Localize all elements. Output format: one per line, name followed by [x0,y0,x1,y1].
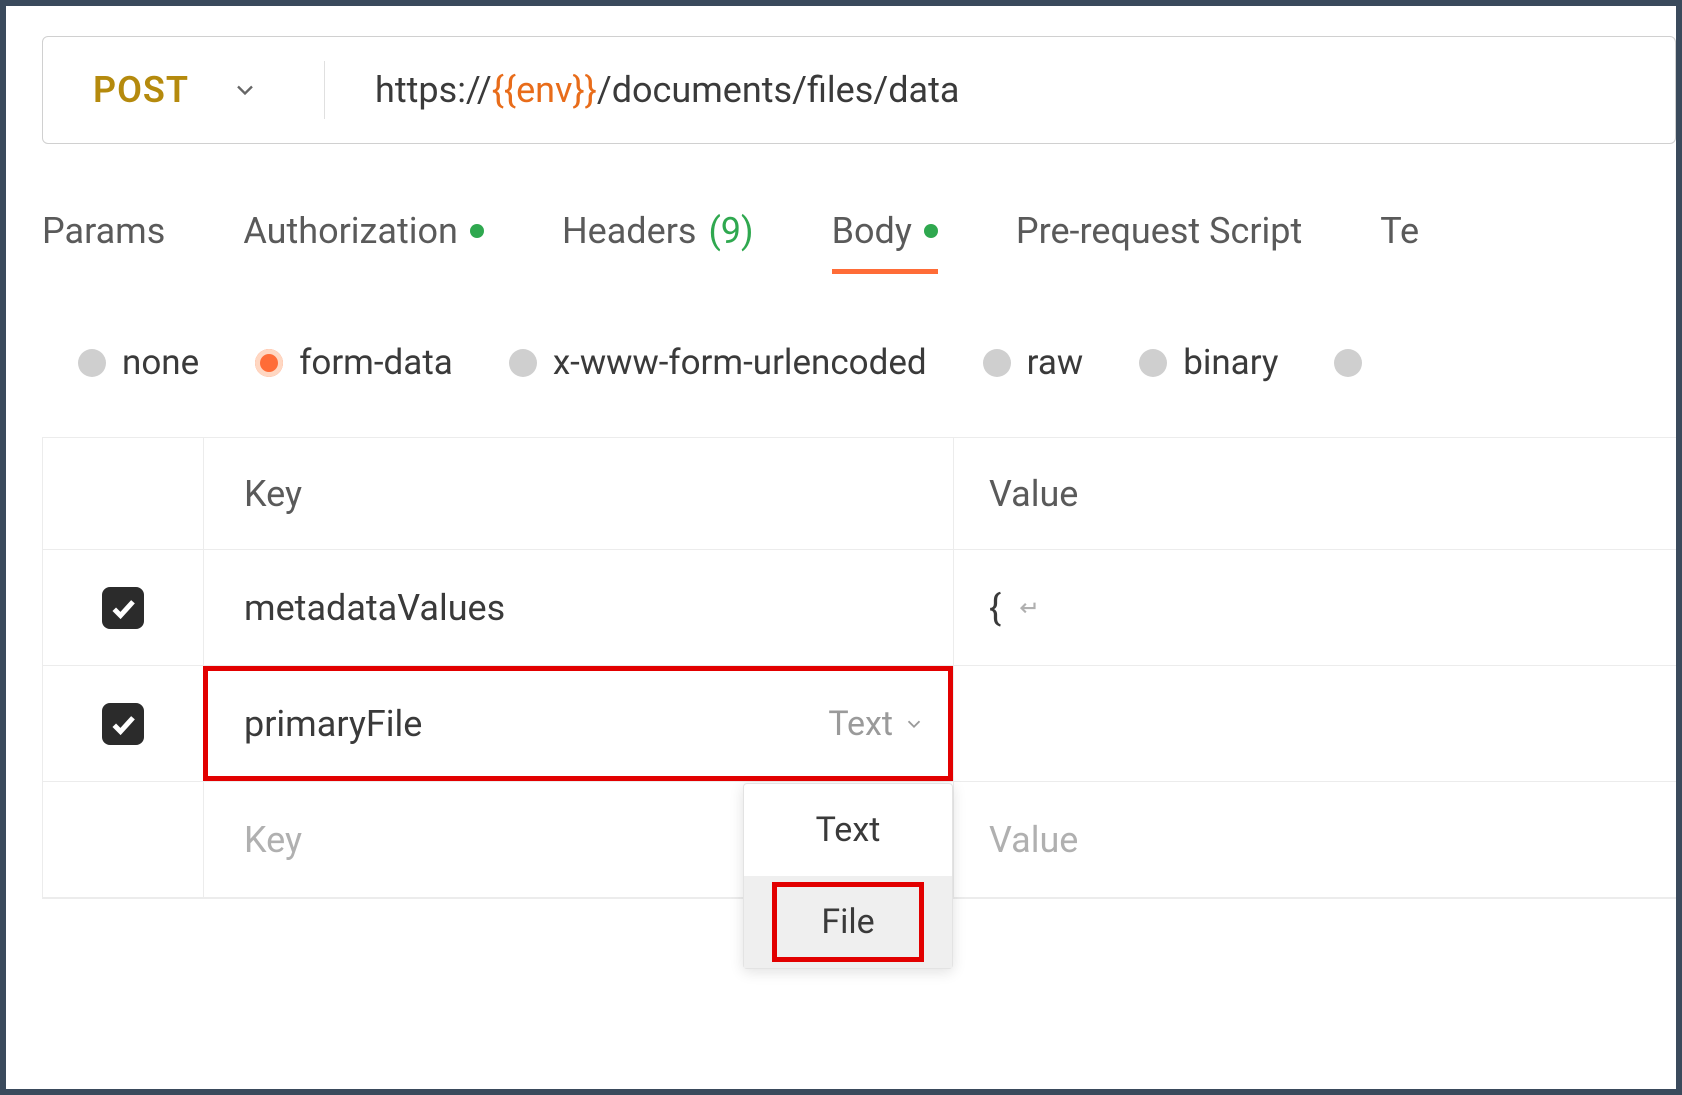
request-url-bar: POST https://{{env}}/documents/files/dat… [42,36,1676,144]
menu-item-text-label: Text [816,810,881,850]
radio-none[interactable]: none [78,342,199,383]
key-type-selector[interactable]: Text [828,704,925,744]
type-label: Text [828,704,893,744]
chevron-down-icon [231,76,259,104]
header-key-col: Key [203,438,953,549]
radio-icon [1334,349,1362,377]
radio-icon [255,349,283,377]
newline-icon [1015,587,1041,629]
check-icon [108,593,138,623]
key-text: metadataValues [244,587,505,629]
table-header-row: Key Value [43,438,1676,550]
tab-authorization-label: Authorization [243,210,458,252]
radio-raw-label: raw [1027,342,1084,383]
body-type-selector: none form-data x-www-form-urlencoded raw… [42,342,1676,383]
tab-authorization[interactable]: Authorization [243,210,484,272]
status-dot-icon [924,224,938,238]
radio-extra[interactable] [1334,349,1362,377]
tab-tests[interactable]: Te [1380,210,1419,272]
value-placeholder: Value [989,819,1078,861]
menu-item-text[interactable]: Text [744,784,952,876]
tab-body[interactable]: Body [832,210,938,272]
radio-binary-label: binary [1183,342,1278,383]
url-suffix: /documents/files/data [597,69,960,111]
row-checkbox[interactable] [102,703,144,745]
method-label: POST [93,69,189,111]
header-value-col: Value [953,438,1676,549]
value-text: { [989,587,1001,629]
value-cell[interactable]: { [953,550,1676,665]
request-tabs: Params Authorization Headers (9) Body Pr… [42,210,1676,272]
radio-icon [509,349,537,377]
header-key-label: Key [244,473,302,515]
radio-icon [78,349,106,377]
url-variable: {{env}} [492,69,597,111]
divider [324,61,325,119]
row-checkbox[interactable] [102,587,144,629]
key-text: primaryFile [244,703,422,745]
key-placeholder: Key [244,819,302,861]
menu-item-file[interactable]: File [744,876,952,968]
key-type-dropdown-menu: Text File [743,783,953,969]
table-row: metadataValues { [43,550,1676,666]
chevron-down-icon [903,713,925,735]
radio-none-label: none [122,342,199,383]
tab-params[interactable]: Params [42,210,165,272]
tab-pre-request-script[interactable]: Pre-request Script [1016,210,1302,272]
key-cell[interactable]: primaryFile Text [203,666,953,781]
radio-xwww-label: x-www-form-urlencoded [553,342,927,383]
tab-body-label: Body [832,210,912,252]
tab-headers-count: (9) [708,210,753,252]
value-cell[interactable] [953,666,1676,781]
url-prefix: https:// [375,69,492,111]
radio-form-data[interactable]: form-data [255,342,453,383]
radio-form-data-label: form-data [299,342,453,383]
menu-item-file-label: File [821,902,874,942]
tab-headers-label: Headers [562,210,697,252]
radio-icon [983,349,1011,377]
tab-headers[interactable]: Headers (9) [562,210,754,272]
tab-prs-label: Pre-request Script [1016,210,1302,252]
radio-binary[interactable]: binary [1139,342,1278,383]
radio-x-www-form-urlencoded[interactable]: x-www-form-urlencoded [509,342,927,383]
table-row: primaryFile Text [43,666,1676,782]
header-value-label: Value [989,473,1078,515]
radio-icon [1139,349,1167,377]
tab-tests-label: Te [1380,210,1419,252]
url-input[interactable]: https://{{env}}/documents/files/data [375,69,959,111]
check-icon [108,709,138,739]
radio-raw[interactable]: raw [983,342,1084,383]
key-cell[interactable]: metadataValues [203,550,953,665]
status-dot-icon [470,224,484,238]
method-dropdown[interactable]: POST [43,69,324,111]
value-cell-placeholder[interactable]: Value [953,782,1676,897]
tab-params-label: Params [42,210,165,252]
